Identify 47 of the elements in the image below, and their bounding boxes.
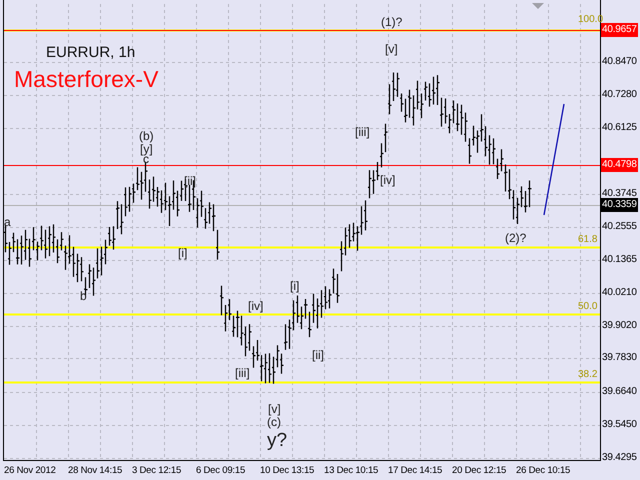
price-marker: 40.4798 (601, 158, 638, 172)
price-label: 39.6640 (602, 385, 637, 399)
price-label: 39.5450 (602, 418, 637, 432)
price-label: 39.4295 (602, 451, 637, 465)
price-label: 40.1365 (602, 253, 637, 267)
time-label: 6 Dec 09:15 (196, 465, 246, 476)
wave-label: (1)? (381, 16, 402, 28)
wave-label: [v] (385, 43, 398, 55)
price-label: 40.0210 (602, 286, 637, 300)
price-label: 40.3745 (602, 187, 637, 200)
time-label: 20 Dec 12:15 (452, 465, 506, 476)
time-label: 26 Dec 10:15 (516, 465, 570, 476)
time-label: 3 Dec 12:15 (132, 465, 182, 476)
fib-level-label: 61.8 (578, 234, 598, 245)
wave-label: [i] (290, 280, 300, 292)
fib-level-label: 50.0 (578, 301, 598, 312)
wave-label: [i] (178, 247, 188, 259)
fib-level-label: 38.2 (578, 369, 598, 380)
time-label: 17 Dec 14:15 (388, 465, 442, 476)
price-label: 40.2555 (602, 220, 637, 234)
time-label: 26 Nov 2012 (4, 465, 56, 476)
price-label: 40.8470 (602, 55, 637, 69)
wave-label: [iv] (380, 174, 396, 186)
brand-logo-text: Masterforex-V (14, 66, 158, 93)
wave-label: (b) (139, 130, 154, 142)
wave-label: b (80, 290, 87, 302)
price-label: 40.7280 (602, 88, 637, 102)
price-marker: 40.3359 (601, 198, 638, 212)
price-label: 39.9020 (602, 319, 637, 333)
time-label: 10 Dec 13:15 (260, 465, 314, 476)
price-label: 40.6125 (602, 121, 637, 135)
price-label: 39.7830 (602, 351, 637, 365)
wave-label: (c) (267, 416, 281, 428)
wave-label: [ii] (312, 349, 324, 361)
chart-symbol: EURRUR, 1h (46, 44, 136, 61)
price-marker: 40.9657 (601, 23, 638, 37)
wave-label: [iii] (235, 367, 250, 379)
wave-label: [iv] (248, 300, 264, 312)
wave-label: a (4, 216, 11, 228)
wave-label: (2)? (505, 232, 526, 244)
time-label: 28 Nov 14:15 (68, 465, 122, 476)
wave-label: [iii] (355, 126, 370, 138)
wave-label: [v] (268, 403, 281, 415)
chart-shift-icon (532, 3, 544, 9)
wave-label: [y] (140, 143, 153, 155)
wave-label: y? (267, 431, 288, 450)
time-label: 13 Dec 10:15 (324, 465, 378, 476)
